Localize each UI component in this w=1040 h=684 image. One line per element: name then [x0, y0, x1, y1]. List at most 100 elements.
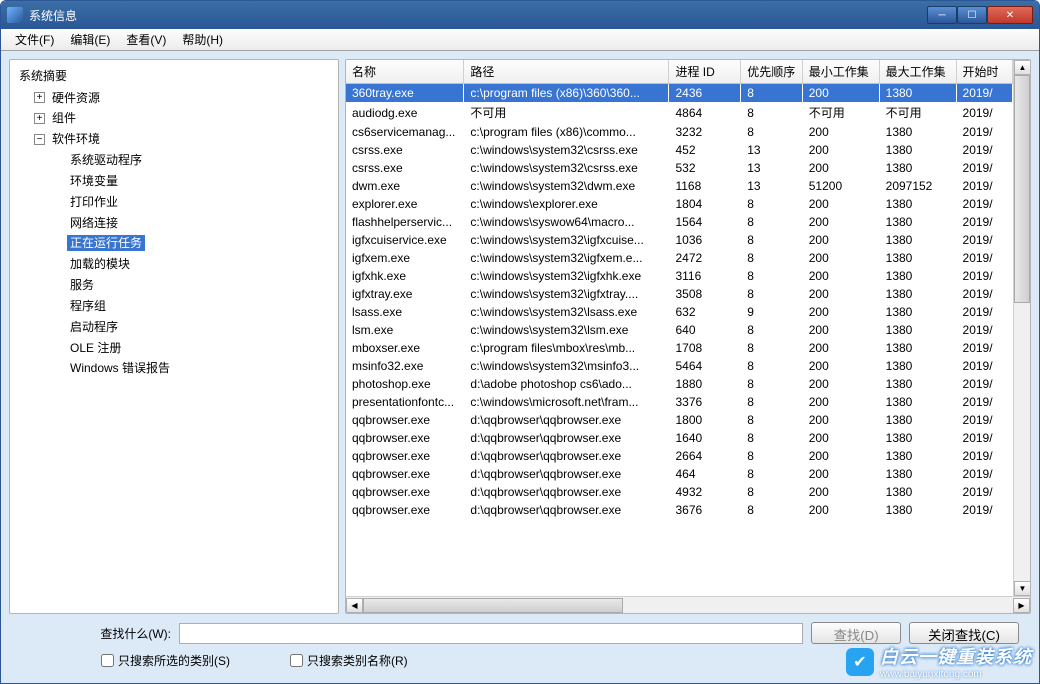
- table-row[interactable]: photoshop.exed:\adobe photoshop cs6\ado.…: [346, 375, 1013, 393]
- tree-item[interactable]: 环境变量: [67, 173, 121, 189]
- tree-item[interactable]: 网络连接: [67, 215, 121, 231]
- cell: 1380: [879, 285, 956, 303]
- cell: 8: [741, 102, 803, 123]
- cell: c:\windows\explorer.exe: [464, 195, 669, 213]
- cell: 2019/: [956, 102, 1012, 123]
- table-row[interactable]: igfxhk.exec:\windows\system32\igfxhk.exe…: [346, 267, 1013, 285]
- horizontal-scrollbar[interactable]: ◀ ▶: [346, 596, 1030, 613]
- scroll-right-icon[interactable]: ▶: [1013, 598, 1030, 613]
- cell: 3232: [669, 123, 741, 141]
- table-row[interactable]: igfxem.exec:\windows\system32\igfxem.e..…: [346, 249, 1013, 267]
- tree-item[interactable]: 启动程序: [67, 319, 121, 335]
- tree-components[interactable]: 组件: [49, 110, 79, 126]
- cell: csrss.exe: [346, 159, 464, 177]
- menu-file[interactable]: 文件(F): [7, 29, 62, 50]
- tree-item[interactable]: 打印作业: [67, 194, 121, 210]
- tree-item[interactable]: 系统驱动程序: [67, 152, 145, 168]
- tree-item[interactable]: Windows 错误报告: [67, 360, 173, 376]
- table-row[interactable]: msinfo32.exec:\windows\system32\msinfo3.…: [346, 357, 1013, 375]
- cell: 8: [741, 123, 803, 141]
- titlebar[interactable]: 系统信息 ─ ☐ ✕: [1, 1, 1039, 29]
- cell: 3508: [669, 285, 741, 303]
- expand-icon[interactable]: +: [34, 113, 45, 124]
- scroll-down-icon[interactable]: ▼: [1014, 581, 1031, 596]
- expand-icon[interactable]: +: [34, 92, 45, 103]
- column-header[interactable]: 路径: [464, 60, 669, 84]
- table-row[interactable]: dwm.exec:\windows\system32\dwm.exe116813…: [346, 177, 1013, 195]
- table-row[interactable]: qqbrowser.exed:\qqbrowser\qqbrowser.exe4…: [346, 465, 1013, 483]
- column-header[interactable]: 进程 ID: [669, 60, 741, 84]
- search-category-name-checkbox[interactable]: 只搜索类别名称(R): [290, 652, 408, 669]
- table-row[interactable]: csrss.exec:\windows\system32\csrss.exe45…: [346, 141, 1013, 159]
- cell: 5464: [669, 357, 741, 375]
- tree-item[interactable]: 服务: [67, 277, 97, 293]
- table-row[interactable]: mboxser.exec:\program files\mbox\res\mb.…: [346, 339, 1013, 357]
- table-row[interactable]: cs6servicemanag...c:\program files (x86)…: [346, 123, 1013, 141]
- table-row[interactable]: csrss.exec:\windows\system32\csrss.exe53…: [346, 159, 1013, 177]
- cell: 200: [802, 141, 879, 159]
- tree-software-env[interactable]: 软件环境: [49, 131, 103, 147]
- close-find-button[interactable]: 关闭查找(C): [909, 622, 1019, 644]
- column-header[interactable]: 名称: [346, 60, 464, 84]
- maximize-button[interactable]: ☐: [957, 6, 987, 24]
- tree-item[interactable]: OLE 注册: [67, 340, 124, 356]
- cell: explorer.exe: [346, 195, 464, 213]
- table-scroll[interactable]: 名称路径进程 ID优先顺序最小工作集最大工作集开始时 360tray.exec:…: [346, 60, 1013, 596]
- cell: lsm.exe: [346, 321, 464, 339]
- table-row[interactable]: qqbrowser.exed:\qqbrowser\qqbrowser.exe4…: [346, 483, 1013, 501]
- cell: 1804: [669, 195, 741, 213]
- table-row[interactable]: lsass.exec:\windows\system32\lsass.exe63…: [346, 303, 1013, 321]
- cell: 200: [802, 411, 879, 429]
- cell: 8: [741, 213, 803, 231]
- cell: 8: [741, 267, 803, 285]
- column-header[interactable]: 开始时: [956, 60, 1012, 84]
- table-row[interactable]: 360tray.exec:\program files (x86)\360\36…: [346, 84, 1013, 103]
- menu-view[interactable]: 查看(V): [118, 29, 174, 50]
- column-header[interactable]: 优先顺序: [741, 60, 803, 84]
- menu-edit[interactable]: 编辑(E): [62, 29, 118, 50]
- table-row[interactable]: qqbrowser.exed:\qqbrowser\qqbrowser.exe3…: [346, 501, 1013, 519]
- cell: 1380: [879, 357, 956, 375]
- cell: 2019/: [956, 177, 1012, 195]
- collapse-icon[interactable]: −: [34, 134, 45, 145]
- scroll-thumb[interactable]: [363, 598, 623, 613]
- table-row[interactable]: igfxtray.exec:\windows\system32\igfxtray…: [346, 285, 1013, 303]
- table-row[interactable]: qqbrowser.exed:\qqbrowser\qqbrowser.exe2…: [346, 447, 1013, 465]
- scroll-thumb[interactable]: [1014, 75, 1030, 303]
- search-selected-checkbox[interactable]: 只搜索所选的类别(S): [101, 652, 230, 669]
- vertical-scrollbar[interactable]: ▲ ▼: [1013, 60, 1030, 596]
- table-row[interactable]: explorer.exec:\windows\explorer.exe18048…: [346, 195, 1013, 213]
- cell: 2664: [669, 447, 741, 465]
- table-row[interactable]: qqbrowser.exed:\qqbrowser\qqbrowser.exe1…: [346, 411, 1013, 429]
- table-row[interactable]: igfxcuiservice.exec:\windows\system32\ig…: [346, 231, 1013, 249]
- table-row[interactable]: audiodg.exe不可用48648不可用不可用2019/: [346, 102, 1013, 123]
- scroll-left-icon[interactable]: ◀: [346, 598, 363, 613]
- tree[interactable]: 系统摘要 + 硬件资源 + 组件 −软件环境 系统驱动程序环境变量打印作业网络连接正…: [10, 60, 338, 382]
- close-button[interactable]: ✕: [987, 6, 1033, 24]
- table-row[interactable]: lsm.exec:\windows\system32\lsm.exe640820…: [346, 321, 1013, 339]
- tree-item[interactable]: 加载的模块: [67, 256, 133, 272]
- minimize-button[interactable]: ─: [927, 6, 957, 24]
- cell: 2019/: [956, 303, 1012, 321]
- tree-item[interactable]: 正在运行任务: [67, 235, 145, 251]
- scroll-up-icon[interactable]: ▲: [1014, 60, 1031, 75]
- tree-hardware[interactable]: 硬件资源: [49, 90, 103, 106]
- menu-help[interactable]: 帮助(H): [174, 29, 231, 50]
- table-row[interactable]: flashhelperservic...c:\windows\syswow64\…: [346, 213, 1013, 231]
- cell: 1380: [879, 375, 956, 393]
- cell: igfxhk.exe: [346, 267, 464, 285]
- find-button[interactable]: 查找(D): [811, 622, 901, 644]
- table-row[interactable]: presentationfontc...c:\windows\microsoft…: [346, 393, 1013, 411]
- cell: 2019/: [956, 393, 1012, 411]
- tree-root[interactable]: 系统摘要: [16, 68, 70, 84]
- table-row[interactable]: qqbrowser.exed:\qqbrowser\qqbrowser.exe1…: [346, 429, 1013, 447]
- column-header[interactable]: 最小工作集: [802, 60, 879, 84]
- cell: 200: [802, 303, 879, 321]
- window-frame: 系统信息 ─ ☐ ✕ 文件(F) 编辑(E) 查看(V) 帮助(H) 系统摘要 …: [0, 0, 1040, 684]
- tree-item[interactable]: 程序组: [67, 298, 109, 314]
- cell: 2019/: [956, 411, 1012, 429]
- column-header[interactable]: 最大工作集: [879, 60, 956, 84]
- cell: 不可用: [879, 102, 956, 123]
- cell: 1380: [879, 249, 956, 267]
- find-input[interactable]: [179, 623, 803, 644]
